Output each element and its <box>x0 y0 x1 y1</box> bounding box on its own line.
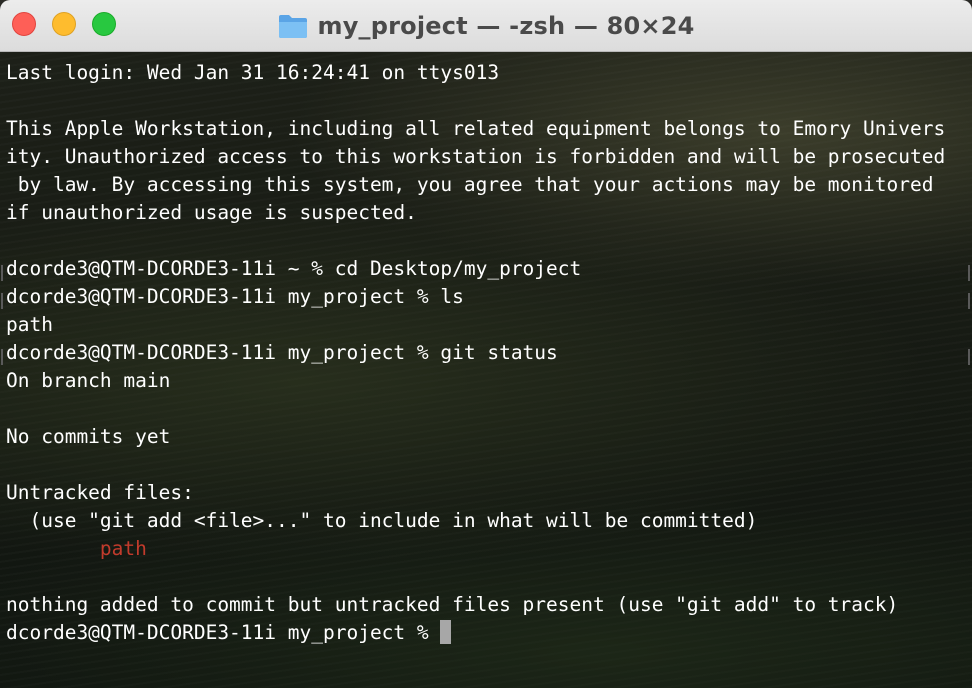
terminal-line-prompt[interactable]: dcorde3@QTM-DCORDE3-11i my_project % <box>6 619 945 647</box>
window-title: my_project — -zsh — 80×24 <box>317 12 695 40</box>
terminal-line-output: path <box>6 313 53 336</box>
terminal-line-banner: ity. Unauthorized access to this worksta… <box>6 145 946 168</box>
terminal-line-output: nothing added to commit but untracked fi… <box>6 593 899 616</box>
mark-bracket-left <box>1 349 3 365</box>
mark-bracket-left <box>1 265 3 281</box>
terminal-line-command: dcorde3@QTM-DCORDE3-11i my_project % git… <box>6 341 558 364</box>
terminal-line-banner: This Apple Workstation, including all re… <box>6 117 946 140</box>
folder-icon <box>278 15 307 38</box>
terminal-line-output: Untracked files: <box>6 481 194 504</box>
terminal-line-output: No commits yet <box>6 425 171 448</box>
text-cursor <box>440 620 452 644</box>
terminal-line-output: On branch main <box>6 369 171 392</box>
terminal-lines: Last login: Wed Jan 31 16:24:41 on ttys0… <box>6 59 945 647</box>
terminal-line-command: dcorde3@QTM-DCORDE3-11i ~ % cd Desktop/m… <box>6 257 582 280</box>
terminal-output-area[interactable]: Last login: Wed Jan 31 16:24:41 on ttys0… <box>0 52 972 688</box>
terminal-line-banner: by law. By accessing this system, you ag… <box>6 173 934 196</box>
mark-bracket-right <box>968 293 970 309</box>
mark-bracket-right <box>968 349 970 365</box>
terminal-line-command: dcorde3@QTM-DCORDE3-11i my_project % ls <box>6 285 464 308</box>
window-title-group: my_project — -zsh — 80×24 <box>0 0 972 52</box>
terminal-line-last-login: Last login: Wed Jan 31 16:24:41 on ttys0… <box>6 61 500 84</box>
prompt-text: dcorde3@QTM-DCORDE3-11i my_project % <box>6 621 441 644</box>
mark-bracket-right <box>968 265 970 281</box>
terminal-window: my_project — -zsh — 80×24 Last login: We… <box>0 0 972 688</box>
mark-bracket-left <box>1 293 3 309</box>
terminal-line-banner: if unauthorized usage is suspected. <box>6 201 417 224</box>
terminal-line-untracked-file: path <box>6 537 147 560</box>
title-bar[interactable]: my_project — -zsh — 80×24 <box>0 0 972 52</box>
terminal-line-output: (use "git add <file>..." to include in w… <box>6 509 758 532</box>
